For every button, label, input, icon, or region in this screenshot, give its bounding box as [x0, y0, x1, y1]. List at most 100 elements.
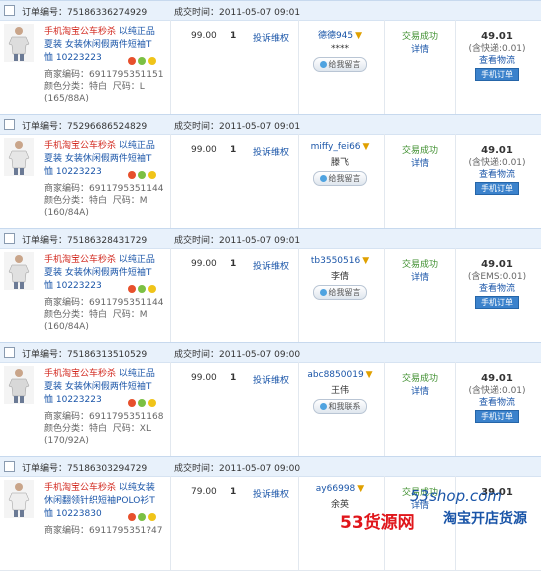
order-checkbox[interactable]	[4, 5, 15, 16]
order-header: 订单编号：75186313510529 成交时间：2011-05-07 09:00	[0, 342, 541, 363]
order-amount: 49.01 (含快递:0.01) 查看物流 手机订单	[458, 31, 536, 81]
mobile-order-badge[interactable]: 手机订单	[475, 296, 519, 309]
detail-link[interactable]: 详情	[395, 272, 445, 285]
deal-time: 成交时间：2011-05-07 09:01	[174, 236, 301, 246]
promo-badges	[128, 57, 158, 67]
chat-icon	[319, 175, 327, 182]
medal-icon	[148, 513, 156, 521]
detail-link[interactable]: 详情	[395, 158, 445, 171]
size-spec: (160/84A)	[44, 208, 89, 218]
unit-price: 99.00	[191, 31, 217, 41]
view-logistics-link[interactable]: 查看物流	[458, 283, 536, 295]
view-logistics-link[interactable]: 查看物流	[458, 55, 536, 67]
order-amount: 49.01 (含快递:0.01) 查看物流 手机订单	[458, 373, 536, 423]
sku-attributes: 颜色分类：特白 尺码：M	[44, 196, 148, 206]
buyer-nickname-link[interactable]: 德德945	[318, 31, 353, 41]
buyer-nickname-link[interactable]: abc8850019	[307, 370, 363, 380]
view-logistics-link[interactable]: 查看物流	[458, 169, 536, 181]
size-spec: (165/88A)	[44, 94, 89, 104]
trade-status: 交易成功 详情	[395, 373, 445, 399]
sku-attributes: 颜色分类：特白 尺码：L	[44, 82, 145, 92]
promo-badges	[128, 285, 158, 295]
buyer-real-name: 滕飞	[330, 158, 349, 168]
guarantee-icon	[138, 399, 146, 407]
mobile-order-badge[interactable]: 手机订单	[475, 182, 519, 195]
order-body: 手机淘宝公车秒杀 以纯正品 夏装 女装休闲假两件短袖T恤 10223223 商家编…	[0, 134, 541, 229]
buyer-real-name: 李倩	[330, 272, 349, 282]
chat-icon	[319, 289, 327, 296]
order-number: 订单编号：75186336274929	[22, 8, 148, 18]
buyer-real-name: 王伟	[330, 386, 349, 396]
merchant-code: 商家编码：6911795351144	[44, 298, 164, 308]
order-checkbox[interactable]	[4, 347, 15, 358]
promo-icon	[128, 285, 136, 293]
flag-icon[interactable]: ▼	[355, 31, 362, 41]
buyer-info: miffy_fei66 ▼ 滕飞	[300, 142, 380, 168]
product-thumbnail[interactable]	[4, 366, 34, 404]
unit-price: 99.00	[191, 373, 217, 383]
message-button[interactable]: 给我留言	[313, 171, 367, 186]
message-button[interactable]: 给我留言	[313, 57, 367, 72]
order-number: 订单编号：75186313510529	[22, 350, 148, 360]
buyer-nickname-link[interactable]: miffy_fei66	[311, 142, 361, 152]
order-amount: 49.01 (含EMS:0.01) 查看物流 手机订单	[458, 259, 536, 309]
complain-link[interactable]: 投诉维权	[253, 31, 289, 44]
medal-icon	[148, 399, 156, 407]
promo-badges	[128, 399, 158, 409]
flag-icon[interactable]: ▼	[363, 142, 370, 152]
order-number: 订单编号：75186303294729	[22, 464, 148, 474]
view-logistics-link[interactable]: 查看物流	[458, 397, 536, 409]
promo-icon	[128, 57, 136, 65]
detail-link[interactable]: 详情	[395, 44, 445, 57]
product-thumbnail[interactable]	[4, 138, 34, 176]
message-button[interactable]: 和我联系	[313, 399, 367, 414]
complain-link[interactable]: 投诉维权	[253, 145, 289, 158]
trade-status: 交易成功 详情	[395, 31, 445, 57]
buyer-nickname-link[interactable]: ay66998	[316, 484, 355, 494]
watermark-slogan: 淘宝开店货源	[443, 511, 527, 527]
detail-link[interactable]: 详情	[395, 386, 445, 399]
mobile-order-badge[interactable]: 手机订单	[475, 68, 519, 81]
complain-link[interactable]: 投诉维权	[253, 487, 289, 500]
guarantee-icon	[138, 171, 146, 179]
product-thumbnail[interactable]	[4, 24, 34, 62]
unit-price: 79.00	[191, 487, 217, 497]
quantity: 1	[230, 487, 237, 497]
promo-icon	[128, 171, 136, 179]
product-thumbnail[interactable]	[4, 480, 34, 518]
quantity: 1	[230, 31, 237, 41]
size-spec: (160/84A)	[44, 322, 89, 332]
sku-attributes: 颜色分类：特白 尺码：XL	[44, 424, 151, 434]
deal-time: 成交时间：2011-05-07 09:00	[174, 350, 301, 360]
shipping-fee: (含EMS:0.01)	[467, 272, 527, 282]
unit-price: 99.00	[191, 259, 217, 269]
order-checkbox[interactable]	[4, 233, 15, 244]
guarantee-icon	[138, 57, 146, 65]
complain-link[interactable]: 投诉维权	[253, 373, 289, 386]
order-body: 手机淘宝公车秒杀 以纯正品 夏装 女装休闲假两件短袖T恤 10223223 商家编…	[0, 20, 541, 115]
quantity: 1	[230, 145, 237, 155]
order-checkbox[interactable]	[4, 461, 15, 472]
merchant-code: 商家编码：6911795351151	[44, 70, 164, 80]
buyer-info: ay66998 ▼ 余英	[300, 484, 380, 510]
flag-icon[interactable]: ▼	[362, 256, 369, 266]
sku-attributes: 颜色分类：特白 尺码：M	[44, 310, 148, 320]
flag-icon[interactable]: ▼	[357, 484, 364, 494]
quantity: 1	[230, 373, 237, 383]
medal-icon	[148, 57, 156, 65]
message-button[interactable]: 给我留言	[313, 285, 367, 300]
buyer-info: 德德945 ▼ ****	[300, 28, 380, 54]
complain-link[interactable]: 投诉维权	[253, 259, 289, 272]
order-number: 订单编号：75186328431729	[22, 236, 148, 246]
promo-icon	[128, 399, 136, 407]
buyer-real-name: ****	[331, 44, 349, 54]
flag-icon[interactable]: ▼	[366, 370, 373, 380]
order-checkbox[interactable]	[4, 119, 15, 130]
mobile-order-badge[interactable]: 手机订单	[475, 410, 519, 423]
product-thumbnail[interactable]	[4, 252, 34, 290]
medal-icon	[148, 171, 156, 179]
order-body: 手机淘宝公车秒杀 以纯正品 夏装 女装休闲假两件短袖T恤 10223223 商家编…	[0, 362, 541, 457]
quantity: 1	[230, 259, 237, 269]
order-amount: 49.01 (含快递:0.01) 查看物流 手机订单	[458, 145, 536, 195]
buyer-nickname-link[interactable]: tb3550516	[311, 256, 360, 266]
